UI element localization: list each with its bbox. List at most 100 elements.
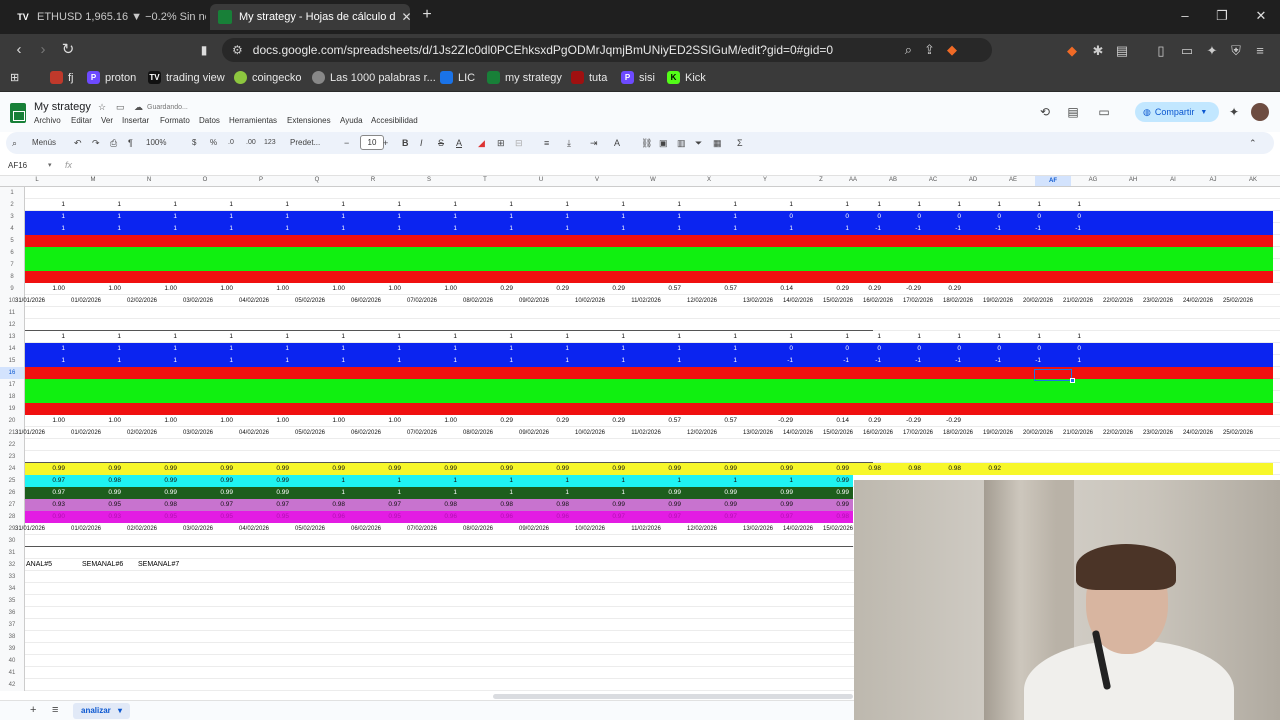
cell[interactable]: -1 — [1031, 223, 1081, 235]
cell[interactable]: 08/02/2026 — [452, 295, 504, 307]
column-header-ab[interactable]: AB — [878, 177, 908, 183]
column-header-ah[interactable]: AH — [1118, 177, 1148, 183]
row-number[interactable]: 36 — [0, 607, 25, 619]
cell[interactable]: 05/02/2026 — [284, 523, 336, 535]
cell[interactable]: 1 — [575, 331, 625, 343]
bold-icon[interactable]: B — [402, 136, 409, 150]
cell[interactable]: 0.14 — [743, 283, 793, 295]
cell[interactable]: 09/02/2026 — [508, 295, 560, 307]
cell[interactable]: 0.97 — [687, 511, 737, 523]
cell[interactable]: 0.57 — [687, 415, 737, 427]
cell[interactable]: 0.99 — [631, 463, 681, 475]
leo-ai-icon[interactable]: ✦ — [1204, 43, 1220, 59]
cell[interactable]: 12/02/2026 — [676, 427, 728, 439]
align-vertical-icon[interactable]: ⤓ — [567, 136, 571, 150]
cell[interactable]: 0.92 — [951, 463, 1001, 475]
cell[interactable]: 1.00 — [71, 283, 121, 295]
column-header-l[interactable]: L — [22, 177, 52, 183]
cell[interactable]: 25/02/2026 — [1212, 427, 1264, 439]
column-header-x[interactable]: X — [694, 177, 724, 183]
cell[interactable]: 02/02/2026 — [116, 295, 168, 307]
cell[interactable]: 04/02/2026 — [228, 295, 280, 307]
row-number[interactable]: 22 — [0, 439, 25, 451]
functions-icon[interactable]: Σ — [737, 136, 743, 150]
cell[interactable]: 03/02/2026 — [172, 295, 224, 307]
cell[interactable]: 1 — [351, 223, 401, 235]
cell[interactable]: 0 — [743, 343, 793, 355]
row-number[interactable]: 41 — [0, 667, 25, 679]
cell[interactable]: 0.99 — [239, 487, 289, 499]
cell[interactable]: 1 — [15, 223, 65, 235]
cell[interactable]: 0 — [743, 211, 793, 223]
cell[interactable]: 0.99 — [631, 499, 681, 511]
cell[interactable]: 0.99 — [575, 463, 625, 475]
align-horizontal-icon[interactable]: ≡ — [544, 136, 549, 150]
minimize-button[interactable]: – — [1175, 8, 1195, 23]
insert-chart-icon[interactable]: ▥ — [677, 136, 686, 150]
column-header-aa[interactable]: AA — [838, 177, 868, 183]
fill-color-icon[interactable]: ◢ — [478, 136, 485, 150]
increase-decimal[interactable]: .00 — [246, 136, 256, 150]
cell[interactable]: 1 — [71, 355, 121, 367]
cell[interactable]: -1 — [743, 355, 793, 367]
cell[interactable]: 0.99 — [463, 463, 513, 475]
back-icon[interactable]: ‹ — [10, 41, 28, 59]
cell[interactable]: 1 — [183, 355, 233, 367]
close-tab-icon[interactable]: ✕ — [396, 10, 410, 24]
row-number[interactable]: 6 — [0, 247, 25, 259]
extensions-icon[interactable]: ✱ — [1090, 43, 1106, 59]
all-sheets-icon[interactable]: ≡ — [52, 704, 58, 716]
cell[interactable]: 1 — [575, 199, 625, 211]
cell[interactable]: 1 — [687, 343, 737, 355]
cell[interactable]: 0.29 — [463, 283, 513, 295]
cell[interactable]: 1 — [631, 199, 681, 211]
cell[interactable]: 1 — [463, 199, 513, 211]
cell[interactable]: 0.98 — [127, 499, 177, 511]
cell[interactable]: 1 — [687, 331, 737, 343]
menu-formato[interactable]: Formato — [160, 116, 190, 125]
bookmark-my-strategy[interactable]: my strategy — [487, 71, 562, 84]
cell[interactable]: 0.29 — [519, 415, 569, 427]
bookmark-sisi[interactable]: Psisi — [621, 71, 655, 84]
cell[interactable]: 1 — [295, 487, 345, 499]
cell[interactable]: 03/02/2026 — [172, 523, 224, 535]
maximize-button[interactable]: ❐ — [1212, 8, 1232, 24]
cell[interactable]: 0 — [1031, 343, 1081, 355]
cell[interactable]: 1 — [631, 343, 681, 355]
cell[interactable]: 1 — [15, 211, 65, 223]
redo-icon[interactable]: ↷ — [92, 136, 100, 150]
cell[interactable]: 1 — [407, 487, 457, 499]
cell[interactable]: 1 — [1031, 331, 1081, 343]
row-number[interactable]: 32 — [0, 559, 25, 571]
cell[interactable]: 01/02/2026 — [60, 427, 112, 439]
cell[interactable]: 1 — [407, 475, 457, 487]
comments-icon[interactable]: ▤ — [1065, 105, 1081, 119]
extension-fox-icon[interactable]: ◆ — [1064, 43, 1080, 59]
cell[interactable]: 1 — [127, 223, 177, 235]
row-number[interactable]: 40 — [0, 655, 25, 667]
cell[interactable]: 09/02/2026 — [508, 523, 560, 535]
row-number[interactable]: 1 — [0, 187, 25, 199]
cell[interactable]: 1 — [687, 355, 737, 367]
browser-menu-icon[interactable]: ≡ — [1252, 43, 1268, 58]
cell[interactable]: 01/02/2026 — [60, 523, 112, 535]
cell[interactable]: 1 — [295, 211, 345, 223]
cell[interactable]: 1 — [463, 487, 513, 499]
cell[interactable]: 06/02/2026 — [340, 427, 392, 439]
text-rotation-icon[interactable]: A — [614, 136, 620, 150]
cell[interactable]: 1 — [743, 475, 793, 487]
fill-handle[interactable] — [1070, 378, 1075, 383]
row-number[interactable]: 39 — [0, 643, 25, 655]
cell[interactable]: 0.29 — [519, 283, 569, 295]
cell[interactable]: 1 — [351, 343, 401, 355]
column-header-ai[interactable]: AI — [1158, 177, 1188, 183]
cell[interactable]: 1 — [71, 223, 121, 235]
cell[interactable]: 1 — [575, 355, 625, 367]
cell[interactable]: 04/02/2026 — [228, 523, 280, 535]
star-icon[interactable]: ☆ — [98, 102, 106, 113]
cell[interactable]: 1 — [15, 355, 65, 367]
cell[interactable]: 0.99 — [799, 499, 849, 511]
percent-format[interactable]: % — [210, 136, 217, 150]
sidebar-icon[interactable]: ▯ — [1153, 43, 1169, 59]
italic-icon[interactable]: I — [420, 136, 423, 150]
